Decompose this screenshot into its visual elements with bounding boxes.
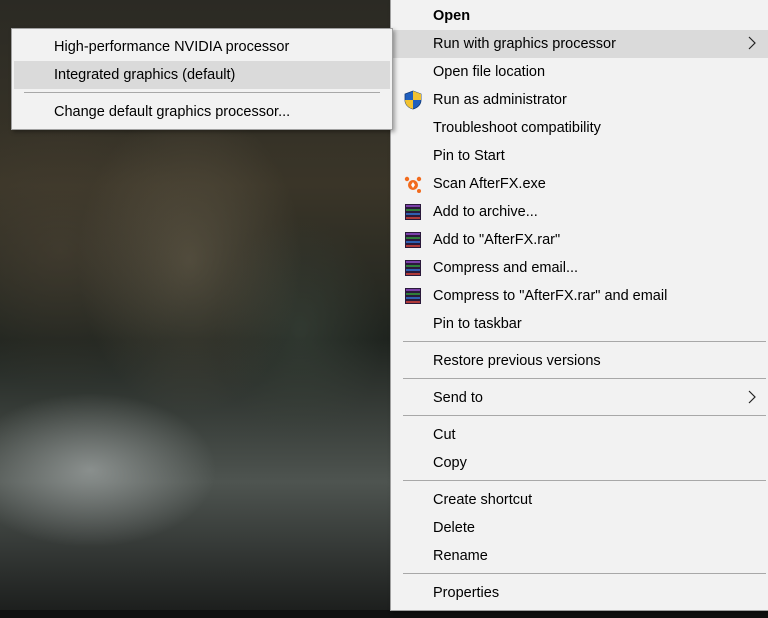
menu-item-troubleshoot-compatibility[interactable]: Troubleshoot compatibility xyxy=(391,114,768,142)
menu-item-label: Compress to "AfterFX.rar" and email xyxy=(433,288,668,304)
menu-item-label: Open file location xyxy=(433,64,546,80)
submenu-item-label: Integrated graphics (default) xyxy=(54,67,236,83)
menu-item-delete[interactable]: Delete xyxy=(391,514,768,542)
menu-item-create-shortcut[interactable]: Create shortcut xyxy=(391,486,768,514)
submenu-item-integrated[interactable]: Integrated graphics (default) xyxy=(14,61,390,89)
menu-item-add-to-archive[interactable]: Add to archive... xyxy=(391,198,768,226)
menu-item-label: Troubleshoot compatibility xyxy=(433,120,601,136)
menu-item-send-to[interactable]: Send to xyxy=(391,384,768,412)
menu-item-label: Compress and email... xyxy=(433,260,579,276)
submenu-item-label: Change default graphics processor... xyxy=(54,104,291,120)
graphics-processor-submenu: High-performance NVIDIA processor Integr… xyxy=(11,28,393,130)
menu-item-pin-to-start[interactable]: Pin to Start xyxy=(391,142,768,170)
menu-item-label: Pin to taskbar xyxy=(433,316,522,332)
uac-shield-icon xyxy=(403,90,423,110)
menu-item-label: Run with graphics processor xyxy=(433,36,616,52)
menu-item-label: Run as administrator xyxy=(433,92,567,108)
menu-item-label: Scan AfterFX.exe xyxy=(433,176,546,192)
menu-item-copy[interactable]: Copy xyxy=(391,449,768,477)
menu-item-scan[interactable]: Scan AfterFX.exe xyxy=(391,170,768,198)
menu-item-run-with-graphics-processor[interactable]: Run with graphics processor xyxy=(391,30,768,58)
menu-item-cut[interactable]: Cut xyxy=(391,421,768,449)
menu-item-compress-and-email[interactable]: Compress and email... xyxy=(391,254,768,282)
winrar-icon xyxy=(403,287,423,305)
menu-item-label: Send to xyxy=(433,390,483,406)
menu-item-pin-to-taskbar[interactable]: Pin to taskbar xyxy=(391,310,768,338)
menu-separator xyxy=(24,92,380,93)
submenu-item-nvidia[interactable]: High-performance NVIDIA processor xyxy=(12,33,392,61)
menu-separator xyxy=(403,573,766,574)
menu-item-run-as-administrator[interactable]: Run as administrator xyxy=(391,86,768,114)
taskbar xyxy=(0,610,768,618)
menu-item-label: Cut xyxy=(433,427,456,443)
menu-item-label: Add to "AfterFX.rar" xyxy=(433,232,561,248)
menu-separator xyxy=(403,415,766,416)
chevron-right-icon xyxy=(748,384,756,412)
winrar-icon xyxy=(403,203,423,221)
menu-item-label: Open xyxy=(433,8,471,24)
menu-item-properties[interactable]: Properties xyxy=(391,579,768,607)
context-menu: Open Run with graphics processor Open fi… xyxy=(390,0,768,611)
menu-item-label: Copy xyxy=(433,455,467,471)
menu-item-compress-to-rar-and-email[interactable]: Compress to "AfterFX.rar" and email xyxy=(391,282,768,310)
menu-separator xyxy=(403,341,766,342)
menu-item-add-to-rar[interactable]: Add to "AfterFX.rar" xyxy=(391,226,768,254)
menu-item-rename[interactable]: Rename xyxy=(391,542,768,570)
menu-item-label: Add to archive... xyxy=(433,204,538,220)
menu-item-open-file-location[interactable]: Open file location xyxy=(391,58,768,86)
submenu-item-change-default[interactable]: Change default graphics processor... xyxy=(12,98,392,126)
submenu-item-label: High-performance NVIDIA processor xyxy=(54,39,290,55)
menu-item-open[interactable]: Open xyxy=(391,2,768,30)
avast-icon xyxy=(403,175,423,193)
menu-item-restore-previous-versions[interactable]: Restore previous versions xyxy=(391,347,768,375)
menu-item-label: Create shortcut xyxy=(433,492,533,508)
menu-item-label: Restore previous versions xyxy=(433,353,601,369)
winrar-icon xyxy=(403,259,423,277)
menu-item-label: Rename xyxy=(433,548,488,564)
menu-item-label: Delete xyxy=(433,520,475,536)
chevron-right-icon xyxy=(748,30,756,58)
menu-separator xyxy=(403,480,766,481)
menu-item-label: Properties xyxy=(433,585,500,601)
winrar-icon xyxy=(403,231,423,249)
menu-item-label: Pin to Start xyxy=(433,148,505,164)
menu-separator xyxy=(403,378,766,379)
